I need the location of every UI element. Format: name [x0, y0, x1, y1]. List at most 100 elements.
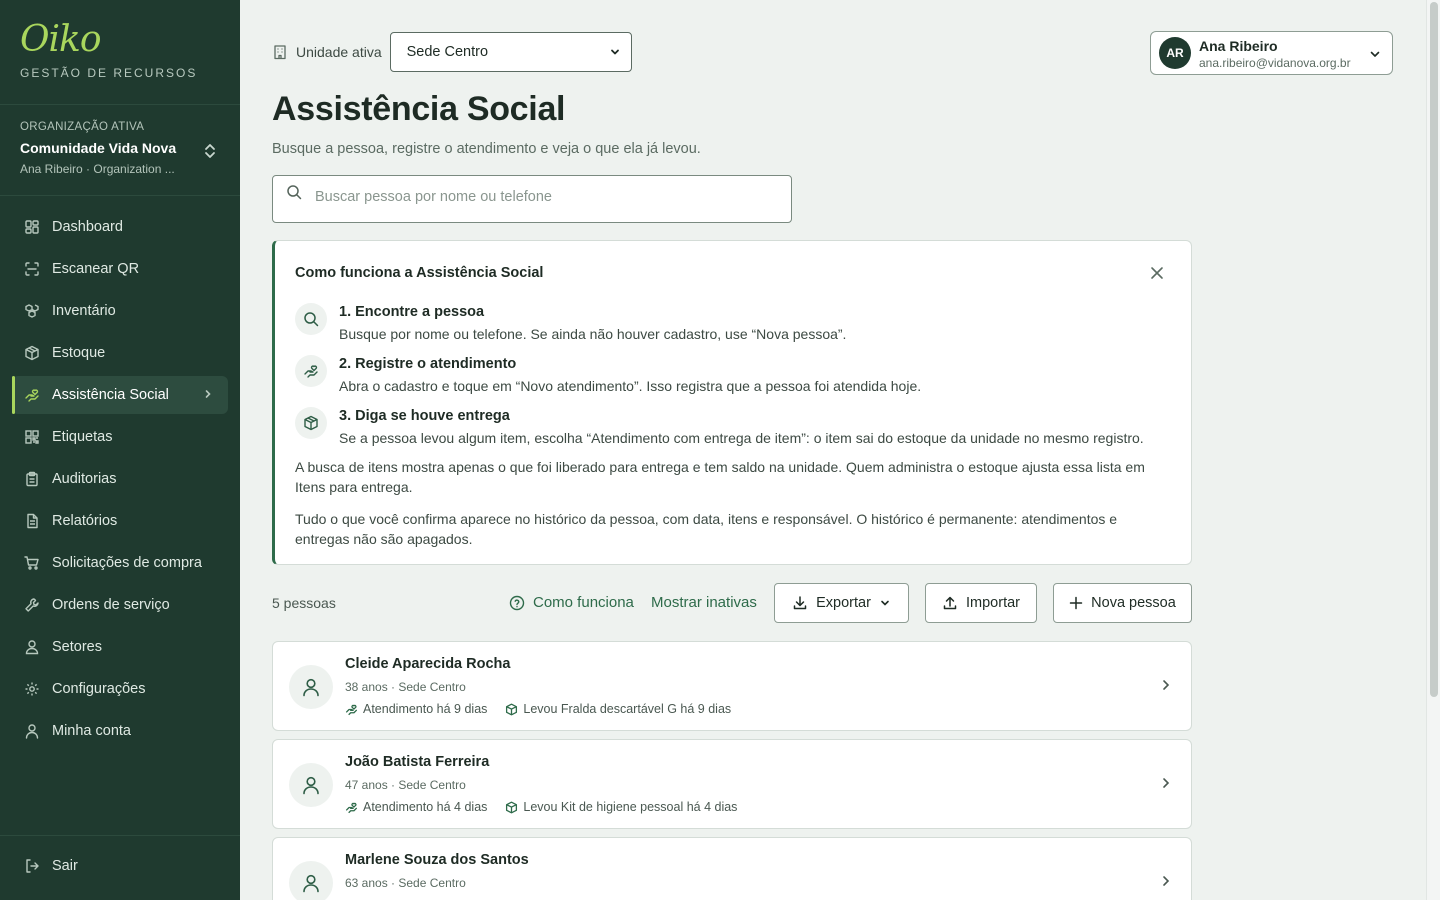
chevron-right-icon — [1159, 678, 1173, 697]
sidebar-item-label: Etiquetas — [52, 429, 113, 445]
sidebar-item-label: Escanear QR — [52, 261, 140, 277]
unit-label: Unidade ativa — [296, 44, 382, 60]
delivery-tag: Levou Kit de higiene pessoal há 4 dias — [505, 800, 737, 814]
show-inactive-link[interactable]: Mostrar inativas — [651, 594, 757, 611]
page-subtitle: Busque a pessoa, registre o atendimento … — [272, 141, 701, 157]
sidebar-item-auditorias[interactable]: Auditorias — [12, 460, 228, 498]
logo-mark: Oiko — [20, 19, 102, 60]
brand-logo[interactable]: Oiko GESTÃO DE RECURSOS — [20, 19, 197, 81]
org-sub: Ana Ribeiro · Organization ... — [20, 162, 175, 176]
close-icon[interactable] — [1147, 263, 1167, 283]
download-icon — [792, 595, 808, 611]
how-it-works-label: Como funciona — [533, 594, 634, 611]
show-inactive-label: Mostrar inativas — [651, 594, 757, 611]
scrollbar-thumb[interactable] — [1430, 2, 1438, 697]
sidebar-item-relatorios[interactable]: Relatórios — [12, 502, 228, 540]
divider — [0, 195, 240, 196]
sidebar-item-dashboard[interactable]: Dashboard — [12, 208, 228, 246]
sidebar-item-label: Configurações — [52, 681, 146, 697]
organization-switcher[interactable]: ORGANIZAÇÃO ATIVA Comunidade Vida Nova A… — [20, 121, 220, 176]
person-meta: 47 anos · Sede Centro — [345, 778, 466, 792]
org-label: ORGANIZAÇÃO ATIVA — [20, 121, 145, 133]
dashboard-icon — [24, 219, 40, 235]
delivery-text: Levou Kit de higiene pessoal há 4 dias — [523, 800, 738, 814]
attendance-tag: Atendimento há 9 dias — [345, 702, 487, 716]
info-paragraph: Tudo o que você confirma aparece no hist… — [295, 511, 1118, 547]
sidebar-item-label: Estoque — [52, 345, 106, 361]
clipboard-icon — [24, 471, 40, 487]
cart-icon — [24, 555, 40, 571]
import-label: Importar — [966, 595, 1020, 611]
user-menu[interactable]: AR Ana Ribeiro ana.ribeiro@vidanova.org.… — [1150, 31, 1393, 75]
chevron-right-icon — [1159, 874, 1173, 893]
package-icon — [505, 801, 518, 814]
attendance-text: Atendimento há 9 dias — [363, 702, 488, 716]
boxes-icon — [24, 303, 40, 319]
sidebar-item-minha-conta[interactable]: Minha conta — [12, 712, 228, 750]
sidebar-item-label: Minha conta — [52, 723, 131, 739]
search-box[interactable] — [272, 175, 792, 223]
step-description: Abra o cadastro e toque em “Novo atendim… — [339, 378, 922, 394]
sidebar: Oiko GESTÃO DE RECURSOS ORGANIZAÇÃO ATIV… — [0, 0, 240, 900]
search-icon — [295, 303, 327, 335]
hand-heart-icon — [345, 801, 358, 814]
gear-icon — [24, 681, 40, 697]
sidebar-item-label: Auditorias — [52, 471, 117, 487]
list-item[interactable]: Marlene Souza dos Santos 63 anos · Sede … — [272, 837, 1192, 900]
logout-icon — [24, 858, 40, 874]
delivery-text: Levou Fralda descartável G há 9 dias — [523, 702, 732, 716]
sidebar-item-escanear-qr[interactable]: Escanear QR — [12, 250, 228, 288]
user-icon — [24, 723, 40, 739]
sidebar-item-label: Ordens de serviço — [52, 597, 170, 613]
person-name: Cleide Aparecida Rocha — [345, 656, 511, 672]
how-it-works-link[interactable]: Como funciona — [509, 594, 634, 611]
chevron-right-icon — [202, 388, 214, 404]
divider — [0, 104, 240, 105]
user-email: ana.ribeiro@vidanova.org.br — [1199, 56, 1351, 70]
sidebar-item-assistencia-social[interactable]: Assistência Social — [12, 376, 228, 414]
scrollbar[interactable] — [1426, 0, 1440, 900]
sidebar-item-inventario[interactable]: Inventário — [12, 292, 228, 330]
hand-heart-icon — [24, 387, 40, 403]
info-title: Como funciona a Assistência Social — [295, 265, 544, 281]
person-meta: 38 anos · Sede Centro — [345, 680, 466, 694]
step-title: 2. Registre o atendimento — [339, 356, 517, 372]
user-name: Ana Ribeiro — [1199, 38, 1278, 54]
sidebar-item-label: Setores — [52, 639, 102, 655]
wrench-icon — [24, 597, 40, 613]
unit-select[interactable]: Sede Centro — [389, 32, 632, 72]
person-name: Marlene Souza dos Santos — [345, 852, 529, 868]
sidebar-item-estoque[interactable]: Estoque — [12, 334, 228, 372]
search-icon — [286, 184, 302, 205]
new-person-button[interactable]: Nova pessoa — [1053, 583, 1192, 623]
sidebar-item-configuracoes[interactable]: Configurações — [12, 670, 228, 708]
step-title: 1. Encontre a pessoa — [339, 304, 485, 320]
sidebar-item-solicitacoes-compra[interactable]: Solicitações de compra — [12, 544, 228, 582]
unit-select-value: Sede Centro — [406, 44, 489, 60]
chevron-down-icon — [609, 46, 621, 62]
sidebar-item-setores[interactable]: Setores — [12, 628, 228, 666]
import-button[interactable]: Importar — [925, 583, 1037, 623]
sidebar-item-ordens-servico[interactable]: Ordens de serviço — [12, 586, 228, 624]
sidebar-item-etiquetas[interactable]: Etiquetas — [12, 418, 228, 456]
upload-icon — [942, 595, 958, 611]
list-item[interactable]: João Batista Ferreira 47 anos · Sede Cen… — [272, 739, 1192, 829]
hand-heart-icon — [345, 703, 358, 716]
step-description: Se a pessoa levou algum item, escolha “A… — [339, 430, 1144, 446]
hand-heart-icon — [295, 355, 327, 387]
org-name: Comunidade Vida Nova — [20, 140, 177, 156]
attendance-text: Atendimento há 4 dias — [363, 800, 488, 814]
user-group-icon — [24, 639, 40, 655]
chevrons-up-down-icon[interactable] — [200, 141, 220, 161]
sidebar-item-label: Inventário — [52, 303, 116, 319]
logout-button[interactable]: Sair — [24, 858, 78, 874]
search-input[interactable] — [315, 189, 775, 205]
people-count: 5 pessoas — [272, 595, 336, 611]
sidebar-item-label: Relatórios — [52, 513, 118, 529]
file-icon — [24, 513, 40, 529]
new-person-label: Nova pessoa — [1091, 595, 1176, 611]
export-button[interactable]: Exportar — [774, 583, 909, 623]
step-description: Busque por nome ou telefone. Se ainda nã… — [339, 326, 847, 342]
person-activity: Atendimento há 9 dias Levou Fralda desca… — [345, 702, 749, 716]
list-item[interactable]: Cleide Aparecida Rocha 38 anos · Sede Ce… — [272, 641, 1192, 731]
